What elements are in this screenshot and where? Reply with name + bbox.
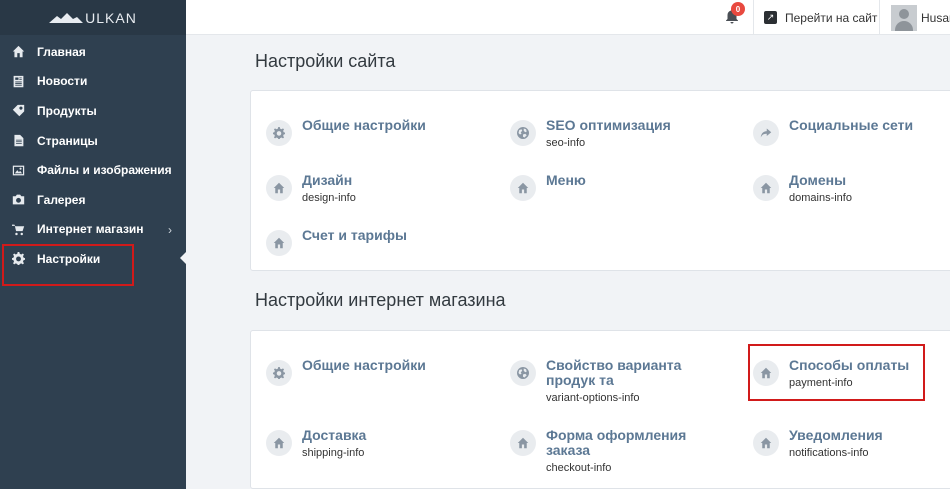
sidebar-item-label: Галерея — [37, 192, 86, 207]
tile-title: Доставка — [302, 427, 367, 443]
cart-icon — [11, 222, 25, 236]
chevron-right-icon: › — [168, 222, 172, 237]
tile-design[interactable]: Дизайн design-info — [266, 173, 487, 204]
highlight-box-settings — [2, 244, 134, 286]
home-icon — [753, 430, 779, 456]
news-icon — [11, 74, 25, 88]
sidebar-item-label: Файлы и изображения — [37, 163, 172, 178]
tile-title: Уведомления — [789, 427, 883, 443]
tile-delivery[interactable]: Доставка shipping-info — [266, 428, 487, 459]
tile-shop-general-settings[interactable]: Общие настройки — [266, 358, 487, 386]
logo-mark-icon — [49, 12, 84, 23]
tile-seo[interactable]: SEO оптимизация seo-info — [510, 118, 731, 149]
gear-icon — [266, 360, 292, 386]
tile-subtitle: shipping-info — [302, 447, 365, 459]
tile-subtitle: design-info — [302, 192, 356, 204]
home-icon — [266, 230, 292, 256]
home-icon — [510, 430, 536, 456]
sidebar-item-files[interactable]: Файлы и изображения — [0, 155, 186, 185]
tile-notifications[interactable]: Уведомления notifications-info — [753, 428, 950, 459]
tile-subtitle: domains-info — [789, 192, 852, 204]
tile-subtitle: checkout-info — [546, 462, 612, 474]
user-name: Husan — [921, 10, 950, 25]
brand-logo[interactable]: ULKAN — [0, 0, 186, 35]
tile-social-networks[interactable]: Социальные сети — [753, 118, 950, 146]
tile-title: Свойство варианта продук та — [546, 357, 682, 388]
sidebar-item-label: Продукты — [37, 103, 97, 118]
divider — [879, 0, 880, 35]
sidebar-item-news[interactable]: Новости — [0, 67, 186, 97]
home-icon — [11, 45, 25, 59]
tile-title: Счет и тарифы — [302, 227, 407, 243]
gear-icon — [266, 120, 292, 146]
goto-site-label: Перейти на сайт — [785, 10, 878, 25]
home-icon — [510, 175, 536, 201]
tile-subtitle: variant-options-info — [546, 392, 640, 404]
external-link-icon: ↗ — [764, 11, 777, 24]
tile-title: Форма оформления заказа — [546, 427, 687, 458]
sidebar-item-label: Интернет магазин — [37, 222, 144, 237]
sidebar-item-products[interactable]: Продукты — [0, 96, 186, 126]
highlight-box-payment — [748, 344, 925, 401]
brand-name: ULKAN — [85, 9, 137, 26]
tile-menu[interactable]: Меню — [510, 173, 731, 201]
avatar — [891, 4, 917, 31]
section-title-site-settings: Настройки сайта — [255, 51, 396, 71]
tile-title: SEO оптимизация — [546, 117, 671, 133]
tile-title: Меню — [546, 172, 586, 188]
tile-subtitle: seo-info — [546, 137, 586, 149]
sidebar-item-pages[interactable]: Страницы — [0, 126, 186, 156]
home-icon — [753, 175, 779, 201]
sidebar-nav: Главная Новости Продукты Страницы Файлы … — [0, 35, 186, 274]
page-icon — [11, 134, 25, 148]
share-icon — [753, 120, 779, 146]
sidebar-item-label: Новости — [37, 74, 88, 89]
site-settings-card: Общие настройки SEO оптимизация seo-info… — [250, 90, 950, 271]
sidebar-item-shop[interactable]: Интернет магазин › — [0, 215, 186, 245]
sidebar-item-label: Страницы — [37, 133, 98, 148]
tile-checkout-form[interactable]: Форма оформления заказа checkout-info — [510, 428, 731, 474]
goto-site-link[interactable]: ↗ Перейти на сайт — [764, 0, 877, 35]
tile-title: Социальные сети — [789, 117, 914, 133]
notification-badge: 0 — [731, 2, 745, 16]
tile-title: Дизайн — [302, 172, 353, 188]
globe-icon — [510, 120, 536, 146]
image-icon — [11, 163, 25, 177]
top-bar: 0 ↗ Перейти на сайт Husan — [186, 0, 950, 35]
user-menu[interactable]: Husan — [891, 0, 950, 35]
tile-title: Общие настройки — [302, 357, 426, 373]
tile-title: Общие настройки — [302, 117, 426, 133]
products-icon — [11, 104, 25, 118]
tile-variant-options[interactable]: Свойство варианта продук та variant-opti… — [510, 358, 732, 404]
sidebar-item-gallery[interactable]: Галерея — [0, 185, 186, 215]
globe-icon — [510, 360, 536, 386]
home-icon — [266, 175, 292, 201]
tile-general-settings[interactable]: Общие настройки — [266, 118, 487, 146]
tile-domains[interactable]: Домены domains-info — [753, 173, 950, 204]
tile-subtitle: notifications-info — [789, 447, 869, 459]
home-icon — [266, 430, 292, 456]
divider — [753, 0, 754, 35]
tile-title: Домены — [789, 172, 847, 188]
section-title-shop-settings: Настройки интернет магазина — [255, 290, 506, 310]
tile-billing[interactable]: Счет и тарифы — [266, 228, 487, 256]
sidebar-item-home[interactable]: Главная — [0, 37, 186, 67]
active-caret — [180, 252, 186, 265]
camera-icon — [11, 193, 25, 207]
sidebar-item-label: Главная — [37, 44, 86, 59]
